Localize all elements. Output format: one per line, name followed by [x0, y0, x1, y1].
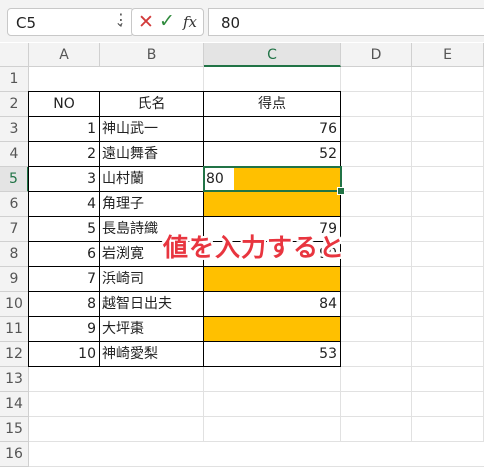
row-header-16[interactable]: 16: [0, 442, 29, 467]
header-no[interactable]: NO: [28, 91, 100, 117]
column-header-c[interactable]: C: [204, 43, 341, 67]
column-header-d[interactable]: D: [341, 43, 412, 67]
row-header-12[interactable]: 12: [0, 342, 29, 367]
cell-no[interactable]: 2: [28, 141, 100, 167]
cell-no[interactable]: 7: [28, 266, 100, 292]
column-header-e[interactable]: E: [412, 43, 484, 67]
cell-no[interactable]: 4: [28, 191, 100, 217]
cell-no[interactable]: 10: [28, 341, 100, 367]
cell-name[interactable]: 大坪棗: [99, 316, 204, 342]
row-header-7[interactable]: 7: [0, 217, 29, 242]
cell-name[interactable]: 山村蘭: [99, 166, 204, 192]
cancel-icon[interactable]: ✕: [138, 11, 154, 33]
annotation-text: 値を入力すると: [163, 233, 346, 262]
row-header-6[interactable]: 6: [0, 192, 29, 217]
row-header-4[interactable]: 4: [0, 142, 29, 167]
column-header-b[interactable]: B: [100, 43, 204, 67]
cell-name[interactable]: 角理子: [99, 191, 204, 217]
cell-score[interactable]: 53: [203, 341, 341, 367]
cell-score[interactable]: 76: [203, 116, 341, 142]
header-score[interactable]: 得点: [203, 91, 341, 117]
gridline-h: [29, 391, 484, 392]
cell-name[interactable]: 遠山舞香: [99, 141, 204, 167]
formula-value: 80: [221, 14, 241, 32]
row-header-1[interactable]: 1: [0, 67, 29, 92]
cell-name[interactable]: 神崎愛梨: [99, 341, 204, 367]
cell-name[interactable]: 越智日出夫: [99, 291, 204, 317]
row-header-9[interactable]: 9: [0, 267, 29, 292]
row-header-14[interactable]: 14: [0, 392, 29, 417]
select-all-corner[interactable]: [0, 43, 29, 67]
row-header-15[interactable]: 15: [0, 417, 29, 442]
active-cell-border: [203, 166, 342, 192]
header-name[interactable]: 氏名: [99, 91, 204, 117]
gridline-h: [29, 416, 484, 417]
gridline-v: [411, 67, 412, 442]
row-header-10[interactable]: 10: [0, 292, 29, 317]
more-dots-icon[interactable]: ⋮: [113, 11, 129, 29]
row-header-8[interactable]: 8: [0, 242, 29, 267]
cell-no[interactable]: 3: [28, 166, 100, 192]
row-header-13[interactable]: 13: [0, 367, 29, 392]
cell-no[interactable]: 6: [28, 241, 100, 267]
formula-bar: C5 ⌄ ⋮ ✕ ✓ fx 80: [0, 0, 484, 42]
column-header-a[interactable]: A: [29, 43, 100, 67]
cell-no[interactable]: 9: [28, 316, 100, 342]
row-header-5[interactable]: 5: [0, 167, 29, 192]
row-header-11[interactable]: 11: [0, 317, 29, 342]
function-fx-icon[interactable]: fx: [183, 13, 197, 31]
formula-input[interactable]: 80: [208, 8, 484, 36]
row-header-3[interactable]: 3: [0, 117, 29, 142]
formula-buttons: ✕ ✓ fx: [131, 8, 204, 36]
cell-score[interactable]: [203, 316, 341, 342]
cell-score[interactable]: [203, 266, 341, 292]
cell-no[interactable]: 1: [28, 116, 100, 142]
cell-no[interactable]: 5: [28, 216, 100, 242]
name-box-value: C5: [16, 14, 37, 32]
cell-name[interactable]: 浜崎司: [99, 266, 204, 292]
row-header-2[interactable]: 2: [0, 92, 29, 117]
enter-check-icon[interactable]: ✓: [159, 10, 175, 32]
cell-no[interactable]: 8: [28, 291, 100, 317]
cell-score[interactable]: 52: [203, 141, 341, 167]
cell-score[interactable]: [203, 191, 341, 217]
fill-handle[interactable]: [337, 187, 345, 195]
cell-name[interactable]: 神山武一: [99, 116, 204, 142]
cell-score[interactable]: 84: [203, 291, 341, 317]
